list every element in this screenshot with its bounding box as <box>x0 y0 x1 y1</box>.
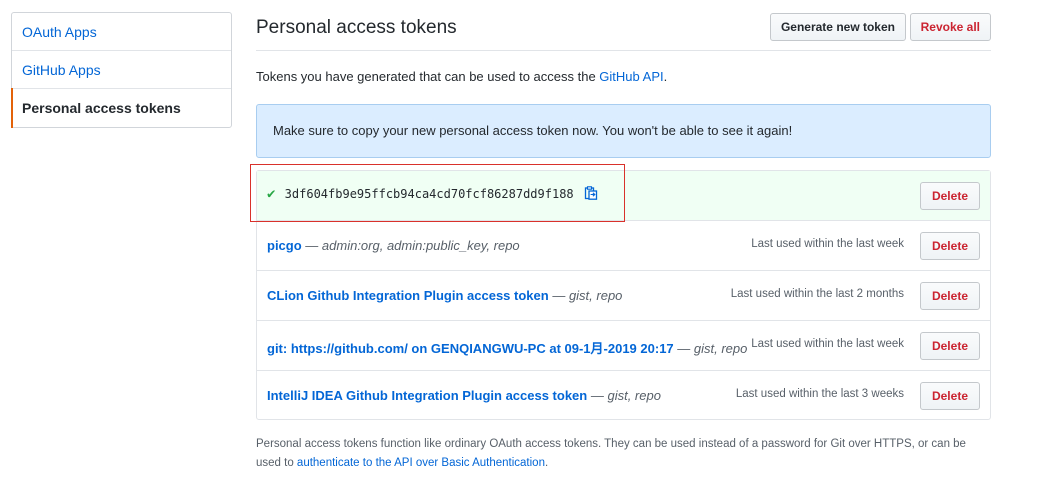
last-used-text: Last used within the last week <box>751 338 904 350</box>
token-name: IntelliJ IDEA Github Integration Plugin … <box>267 388 661 403</box>
delete-button[interactable]: Delete <box>919 332 980 360</box>
generate-new-token-button[interactable]: Generate new token <box>769 13 906 41</box>
token-separator: — <box>301 238 322 253</box>
token-name: picgo — admin:org, admin:public_key, rep… <box>267 238 520 253</box>
token-scopes: admin:org, admin:public_key, repo <box>321 238 520 253</box>
token-row: IntelliJ IDEA Github Integration Plugin … <box>257 371 990 419</box>
token-name-link[interactable]: IntelliJ IDEA Github Integration Plugin … <box>267 388 587 403</box>
token-scopes: gist, repo <box>693 341 748 356</box>
page-header: Personal access tokens Generate new toke… <box>256 12 991 41</box>
github-api-link[interactable]: GitHub API <box>599 69 663 84</box>
token-row: CLion Github Integration Plugin access t… <box>257 271 990 321</box>
last-used-text: Last used within the last 2 months <box>730 288 904 300</box>
token-list: ✔ 3df604fb9e95ffcb94ca4cd70fcf86287dd9f1… <box>250 164 991 420</box>
token-name: git: https://github.com/ on GENQIANGWU-P… <box>267 338 747 357</box>
token-name: CLion Github Integration Plugin access t… <box>267 288 622 303</box>
delete-button[interactable]: Delete <box>919 382 980 410</box>
sidebar-item-oauth-apps[interactable]: OAuth Apps <box>12 13 231 51</box>
settings-sidebar: OAuth Apps GitHub Apps Personal access t… <box>11 12 232 128</box>
intro-text-suffix: . <box>663 69 668 84</box>
flash-notice: Make sure to copy your new personal acce… <box>256 104 991 158</box>
sidebar-item-github-apps[interactable]: GitHub Apps <box>12 51 231 89</box>
token-scopes: gist, repo <box>568 288 623 303</box>
header-divider <box>256 50 991 51</box>
basic-auth-link[interactable]: authenticate to the API over Basic Authe… <box>297 457 545 469</box>
sidebar-item-personal-access-tokens[interactable]: Personal access tokens <box>11 88 231 128</box>
clipboard-icon[interactable] <box>584 186 598 200</box>
new-token-value: ✔ 3df604fb9e95ffcb94ca4cd70fcf86287dd9f1… <box>267 186 598 202</box>
token-separator: — <box>587 388 608 403</box>
intro-text: Tokens you have generated that can be us… <box>256 69 667 84</box>
footer-text-suffix: . <box>544 457 549 469</box>
last-used-text: Last used within the last week <box>751 238 904 250</box>
last-used-text: Last used within the last 3 weeks <box>735 388 904 400</box>
token-separator: — <box>673 341 694 356</box>
intro-text-body: Tokens you have generated that can be us… <box>256 69 600 84</box>
delete-button[interactable]: Delete <box>919 232 980 260</box>
check-icon: ✔ <box>267 186 276 202</box>
new-token-row: ✔ 3df604fb9e95ffcb94ca4cd70fcf86287dd9f1… <box>250 164 990 222</box>
page-title: Personal access tokens <box>256 17 457 38</box>
token-name-link[interactable]: CLion Github Integration Plugin access t… <box>267 288 549 303</box>
token-row: git: https://github.com/ on GENQIANGWU-P… <box>257 321 990 371</box>
delete-button[interactable]: Delete <box>919 182 980 210</box>
token-name-link[interactable]: git: https://github.com/ on GENQIANGWU-P… <box>267 341 674 356</box>
revoke-all-button[interactable]: Revoke all <box>909 13 991 41</box>
delete-button[interactable]: Delete <box>919 282 980 310</box>
footer-note: Personal access tokens function like ord… <box>256 435 991 473</box>
token-row: picgo — admin:org, admin:public_key, rep… <box>257 221 990 271</box>
token-separator: — <box>548 288 569 303</box>
token-string: 3df604fb9e95ffcb94ca4cd70fcf86287dd9f188 <box>284 187 574 201</box>
flash-message: Make sure to copy your new personal acce… <box>273 123 793 138</box>
token-name-link[interactable]: picgo <box>267 238 302 253</box>
token-scopes: gist, repo <box>607 388 661 403</box>
